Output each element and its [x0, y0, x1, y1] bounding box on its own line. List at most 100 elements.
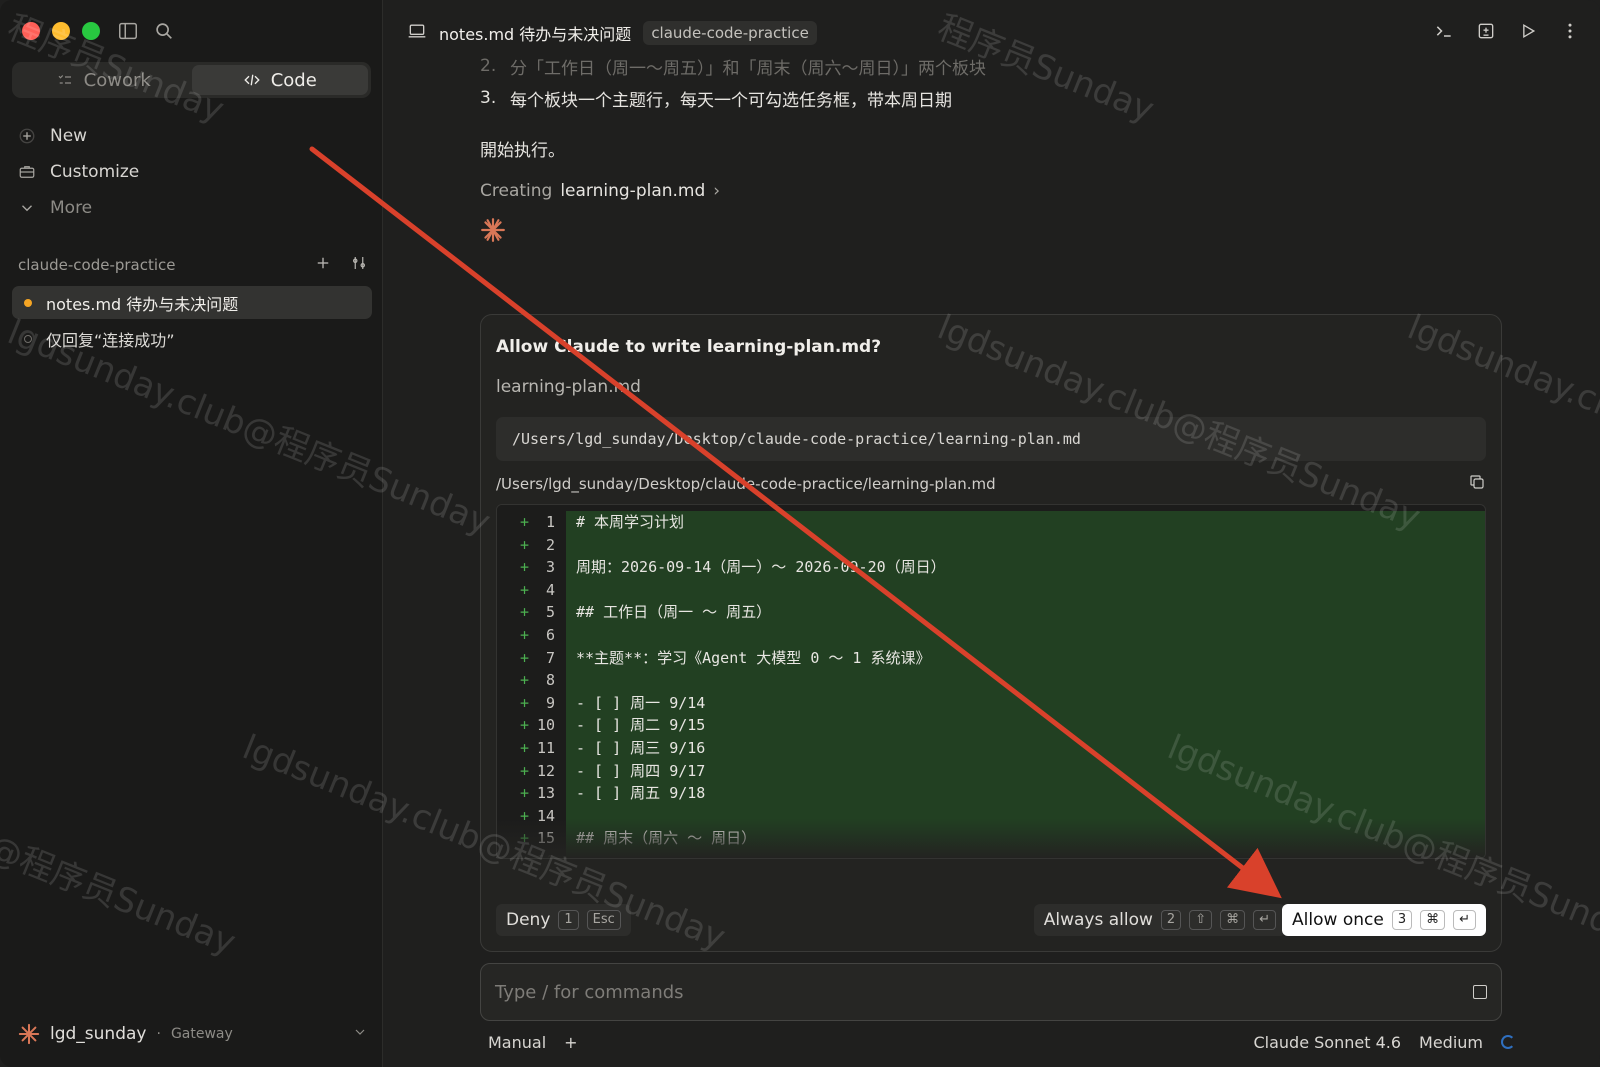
search-icon[interactable] — [153, 20, 175, 46]
tool-activity-label: Creating — [480, 181, 553, 201]
diff-added-marker: + — [519, 693, 529, 712]
laptop-icon — [407, 21, 427, 45]
permission-question: Allow Claude to write learning-plan.md? — [496, 337, 882, 357]
diff-line: +7 **主题**：学习《Agent 大模型 0 ～ 1 系统课》 — [497, 647, 1485, 670]
code-icon — [243, 74, 260, 86]
diff-line-number: 11 — [536, 739, 555, 757]
diff-line-number: 2 — [545, 535, 555, 554]
chevron-down-icon — [22, 205, 32, 212]
terminal-icon[interactable] — [1434, 21, 1454, 45]
always-allow-button[interactable]: Always allow 2 ⇧ ⌘ ↵ — [1033, 904, 1286, 936]
diff-line: +1 # 本周学习计划 — [497, 511, 1485, 534]
sidebar-item-label: More — [50, 198, 93, 218]
diff-line-number: 5 — [545, 603, 555, 622]
chevron-down-icon[interactable] — [352, 1024, 368, 1045]
sidebar-item-label: Customize — [50, 162, 140, 182]
diff-code: - [ ] 周三 9/16 — [576, 739, 706, 757]
diff-added-marker: + — [519, 648, 529, 667]
list-item: 3. 每个板块一个主题行，每天一个可勾选任务框，带本周日期 — [480, 82, 1480, 114]
project-name: claude-code-practice — [18, 256, 176, 274]
session-item-connect[interactable]: 仅回复“连接成功” — [12, 322, 372, 355]
minimize-window-button[interactable] — [52, 22, 70, 40]
play-icon[interactable] — [1518, 21, 1538, 45]
close-window-button[interactable] — [22, 22, 40, 40]
sidebar-item-label: New — [50, 126, 88, 146]
diff-added-marker: + — [519, 761, 529, 780]
allow-once-button[interactable]: Allow once 3 ⌘ ↵ — [1282, 904, 1486, 936]
sidebar-nav: New Customize More — [18, 118, 368, 226]
diff-line-number: 9 — [545, 693, 555, 712]
add-session-icon[interactable] — [314, 254, 332, 276]
diff-added-marker: + — [519, 535, 529, 554]
main-panel: notes.md 待办与未决问题 claude-code-practice 2.… — [383, 0, 1600, 1067]
diff-added-marker: + — [519, 603, 529, 622]
plus-icon — [19, 128, 35, 144]
diff-added-marker: + — [519, 558, 529, 577]
diff-code: - [ ] 周四 9/17 — [576, 761, 706, 780]
permission-file-name: learning-plan.md — [496, 377, 641, 397]
diff-line: +10 - [ ] 周二 9/15 — [497, 714, 1485, 737]
command-input[interactable]: Type / for commands — [480, 963, 1502, 1021]
diff-fade — [497, 818, 1485, 858]
diff-panel-icon[interactable] — [1476, 21, 1496, 45]
zoom-window-button[interactable] — [82, 22, 100, 40]
sidebar: Cowork Code New Customize More claude-co… — [0, 0, 383, 1067]
chevron-right-icon: › — [713, 181, 721, 201]
file-path-box: /Users/lgd_sunday/Desktop/claude-code-pr… — [496, 417, 1486, 461]
diff-line: +2 — [497, 534, 1485, 557]
diff-line: +4 — [497, 579, 1485, 602]
diff-line-number: 6 — [545, 626, 555, 644]
diff-added-marker: + — [519, 580, 529, 599]
diff-code: 周期：2026-09-14（周一）～ 2026-09-20（周日） — [576, 558, 946, 577]
diff-added-marker: + — [519, 739, 529, 757]
code-mode-button[interactable]: Code — [191, 65, 368, 95]
sidebar-item-new[interactable]: New — [18, 118, 368, 154]
diff-viewer[interactable]: +1 # 本周学习计划 +2 +3 周期：2026-09-14（周一）～ 2026-09… — [496, 504, 1486, 859]
cowork-mode-button[interactable]: Cowork — [15, 65, 192, 95]
list-item: 2. 分「工作日（周一～周五）」和「周末（周六～周日）」两个板块 — [480, 50, 1480, 82]
diff-code: ## 工作日（周一 ～ 周五） — [576, 603, 772, 622]
return-key-icon: ↵ — [1453, 910, 1476, 930]
username: lgd_sunday — [50, 1024, 147, 1044]
copy-icon[interactable] — [1468, 473, 1486, 495]
diff-line-number: 13 — [536, 784, 555, 803]
diff-code: - [ ] 周五 9/18 — [576, 784, 706, 803]
list-text: 每个板块一个主题行，每天一个可勾选任务框，带本周日期 — [510, 90, 952, 111]
project-tag[interactable]: claude-code-practice — [643, 21, 817, 45]
user-account-row[interactable]: lgd_sunday · Gateway — [18, 1023, 368, 1045]
add-attachment-icon[interactable]: + — [564, 1033, 577, 1052]
command-key-icon: ⌘ — [1420, 910, 1446, 930]
sidebar-toggle-icon[interactable] — [117, 20, 139, 46]
status-dot — [24, 334, 32, 343]
composer-footer: Manual + Claude Sonnet 4.6 Medium — [488, 1030, 1515, 1054]
deny-button[interactable]: Deny 1 Esc — [496, 904, 631, 936]
diff-line-number: 4 — [545, 580, 555, 599]
diff-line: +6 — [497, 624, 1485, 647]
briefcase-icon — [19, 166, 35, 178]
filter-settings-icon[interactable] — [350, 254, 368, 276]
project-header: claude-code-practice — [18, 254, 368, 276]
always-allow-label: Always allow — [1043, 910, 1153, 930]
thinking-spark-icon — [480, 217, 1480, 247]
session-label: 仅回复“连接成功” — [46, 330, 175, 350]
stop-icon[interactable] — [1473, 985, 1487, 999]
diff-line: +9 - [ ] 周一 9/14 — [497, 692, 1485, 715]
header-actions — [1434, 21, 1580, 45]
tool-activity[interactable]: Creating learning-plan.md › — [480, 181, 1480, 201]
diff-code: **主题**：学习《Agent 大模型 0 ～ 1 系统课》 — [576, 648, 931, 667]
deny-key: 1 — [558, 910, 579, 930]
file-path-row: /Users/lgd_sunday/Desktop/claude-code-pr… — [496, 473, 1486, 495]
sidebar-item-more[interactable]: More — [18, 190, 368, 226]
diff-added-marker: + — [519, 671, 529, 690]
mode-toggle: Cowork Code — [12, 62, 371, 98]
status-dot — [24, 298, 32, 307]
claude-logo-icon — [18, 1023, 40, 1045]
command-input-placeholder: Type / for commands — [495, 981, 684, 1003]
model-selector[interactable]: Claude Sonnet 4.6 — [1253, 1033, 1401, 1052]
sidebar-item-customize[interactable]: Customize — [18, 154, 368, 190]
more-options-icon[interactable] — [1560, 21, 1580, 45]
session-item-notes[interactable]: notes.md 待办与未决问题 — [12, 286, 372, 319]
effort-selector[interactable]: Medium — [1419, 1033, 1483, 1052]
permission-mode-selector[interactable]: Manual — [488, 1033, 546, 1052]
permission-actions: Deny 1 Esc Always allow 2 ⇧ ⌘ ↵ Allow on… — [496, 904, 1486, 936]
